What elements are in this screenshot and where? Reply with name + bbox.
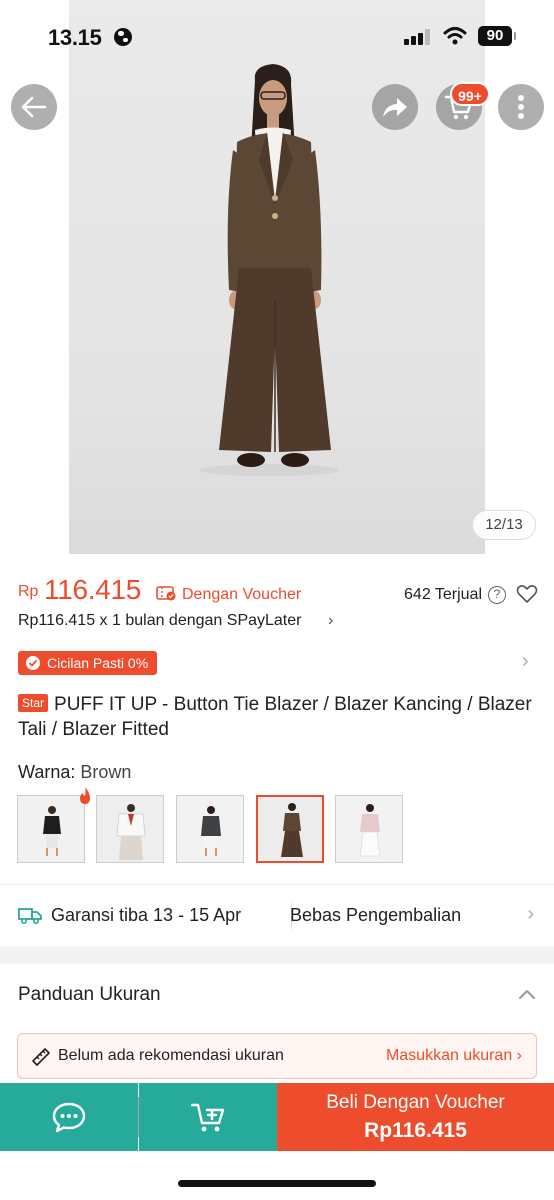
paylater-info[interactable]: Rp116.415 x 1 bulan dengan SPayLater	[18, 612, 301, 630]
add-to-cart-icon	[190, 1103, 225, 1132]
wifi-icon	[443, 27, 467, 45]
cicilan-label: Cicilan Pasti 0%	[47, 655, 149, 671]
bottom-action-bar: Beli Dengan Voucher Rp116.415	[0, 1083, 554, 1151]
price-value: 116.415	[44, 574, 142, 605]
product-photo[interactable]	[69, 0, 485, 554]
chat-button[interactable]	[0, 1083, 138, 1151]
share-icon	[383, 98, 407, 117]
price-currency: Rp	[18, 583, 39, 600]
sold-count: 642 Terjual	[404, 586, 482, 603]
heart-icon[interactable]	[516, 584, 538, 604]
buy-price: Rp116.415	[364, 1119, 467, 1142]
more-icon	[518, 95, 524, 119]
size-recommendation-text: Belum ada rekomendasi ukuran	[58, 1047, 284, 1064]
variant-label-row: Warna: Brown	[18, 762, 131, 783]
delivery-guarantee: Garansi tiba 13 - 15 Apr	[51, 905, 242, 925]
globe-icon	[114, 28, 132, 46]
variant-option-white[interactable]	[96, 795, 164, 863]
voucher-icon	[156, 586, 176, 601]
voucher-label[interactable]: Dengan Voucher	[182, 586, 301, 604]
cicilan-badge[interactable]: Cicilan Pasti 0%	[18, 651, 158, 675]
variant-value: Brown	[80, 762, 132, 782]
chevron-up-icon[interactable]	[518, 988, 536, 1000]
truck-icon	[18, 908, 42, 925]
variant-option-black[interactable]	[17, 795, 85, 863]
fire-icon	[80, 787, 90, 804]
paylater-chevron-icon[interactable]: ›	[328, 612, 333, 630]
ruler-icon	[32, 1048, 50, 1066]
variant-label: Warna:	[18, 762, 76, 782]
shipping-chevron-icon: ›	[527, 903, 534, 925]
price-row: Rp 116.415 Dengan Voucher 642 Terjual ?	[18, 574, 538, 610]
home-indicator[interactable]	[178, 1180, 376, 1187]
variant-option-grey[interactable]	[176, 795, 244, 863]
check-badge-icon	[26, 656, 40, 670]
battery-icon: 90	[478, 26, 516, 46]
buy-with-voucher-button[interactable]: Beli Dengan Voucher Rp116.415	[277, 1083, 554, 1151]
image-counter: 12/13	[472, 510, 536, 540]
variant-option-brown[interactable]	[256, 795, 324, 863]
status-time: 13.15	[48, 25, 102, 50]
size-guide-title[interactable]: Panduan Ukuran	[18, 984, 161, 1006]
enter-size-link[interactable]: Masukkan ukuran ›	[386, 1047, 522, 1065]
section-gap	[0, 946, 554, 964]
shipping-row[interactable]: Garansi tiba 13 - 15 Apr Bebas Pengembal…	[18, 903, 538, 929]
cart-count-badge: 99+	[450, 82, 490, 106]
back-arrow-icon	[21, 96, 47, 118]
chat-icon	[52, 1102, 86, 1133]
size-recommendation-banner[interactable]: Belum ada rekomendasi ukuran Masukkan uk…	[17, 1033, 537, 1079]
star-badge: Star	[18, 694, 49, 712]
buy-label: Beli Dengan Voucher	[326, 1092, 505, 1113]
divider	[0, 884, 554, 885]
variant-option-pink[interactable]	[335, 795, 403, 863]
cicilan-chevron-icon[interactable]: ›	[522, 650, 529, 673]
product-title-block: Star PUFF IT UP - Button Tie Blazer / Bla…	[18, 692, 538, 742]
share-button[interactable]	[372, 84, 418, 130]
product-image-carousel[interactable]: 99+ 12/13	[0, 0, 554, 554]
back-button[interactable]	[11, 84, 57, 130]
product-title: PUFF IT UP - Button Tie Blazer / Blazer …	[18, 694, 532, 740]
add-to-cart-button[interactable]	[139, 1083, 277, 1151]
cellular-signal-icon	[404, 29, 432, 45]
help-icon[interactable]: ?	[488, 586, 506, 604]
status-bar: 13.15 90	[0, 0, 554, 70]
free-return: Bebas Pengembalian	[290, 905, 462, 925]
more-button[interactable]	[498, 84, 544, 130]
